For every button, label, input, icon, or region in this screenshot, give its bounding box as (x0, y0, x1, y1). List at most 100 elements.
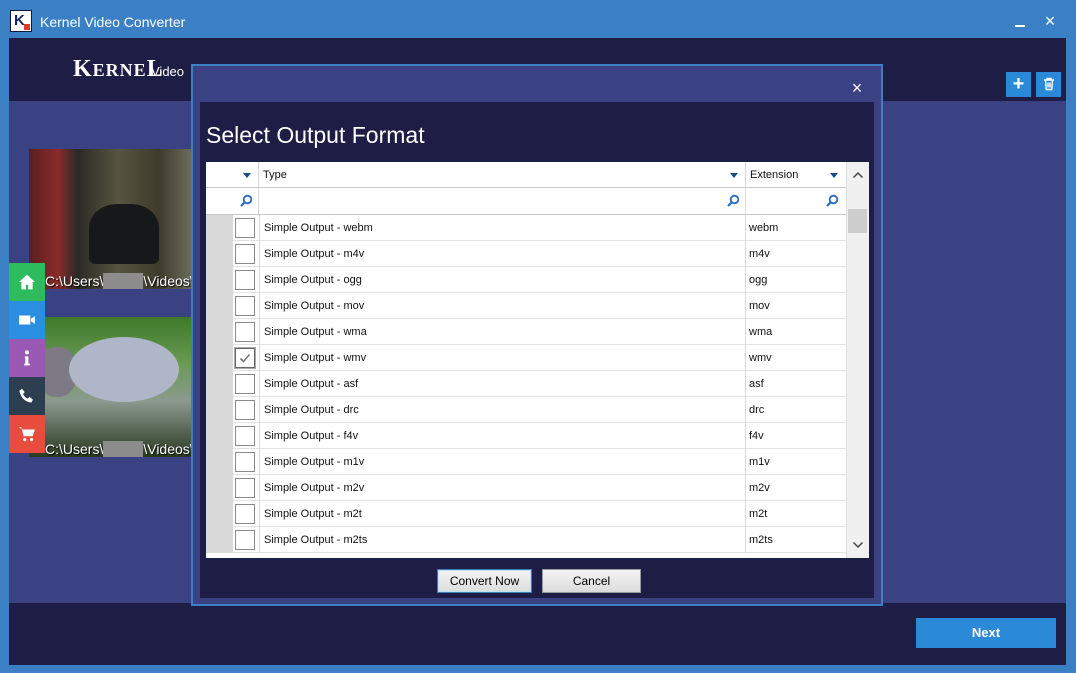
filter-search-icon[interactable] (239, 194, 253, 208)
format-row[interactable]: Simple Output - ogg ogg (206, 267, 846, 293)
video-thumbnail[interactable]: C:\Users\ \Videos\ (29, 317, 191, 457)
scroll-down-arrow-icon[interactable] (851, 538, 865, 552)
row-extension-cell: f4v (749, 430, 764, 442)
row-gutter (206, 423, 233, 449)
grid-scrollbar[interactable] (846, 162, 869, 558)
video-camera-icon (19, 315, 35, 325)
row-type-cell: Simple Output - m2v (259, 475, 746, 501)
row-extension-cell: wma (749, 326, 773, 338)
scroll-thumb[interactable] (848, 209, 867, 233)
delete-video-button[interactable] (1036, 72, 1061, 97)
format-row[interactable]: Simple Output - m2v m2v (206, 475, 846, 501)
filter-search-icon[interactable] (726, 194, 740, 208)
row-extension-cell: m2ts (749, 534, 773, 546)
row-checkbox[interactable] (235, 374, 255, 394)
filter-search-icon[interactable] (825, 194, 839, 208)
select-filter-cell[interactable] (206, 188, 259, 214)
row-gutter (206, 267, 233, 293)
row-checkbox[interactable] (235, 530, 255, 550)
format-row[interactable]: Simple Output - f4v f4v (206, 423, 846, 449)
extension-column-label: Extension (750, 169, 799, 181)
type-column-dropdown-icon[interactable] (730, 173, 738, 178)
home-icon (19, 274, 35, 290)
row-gutter (206, 215, 233, 241)
side-nav-home[interactable] (9, 263, 45, 301)
video-thumbnail[interactable]: C:\Users\ \Videos\ (29, 149, 191, 289)
row-checkbox[interactable] (235, 478, 255, 498)
row-checkbox[interactable] (235, 426, 255, 446)
row-checkbox[interactable] (235, 504, 255, 524)
app-window: K Kernel Video Converter × KERNEL Video … (0, 0, 1076, 673)
row-gutter (206, 345, 233, 371)
row-extension-cell: m2v (749, 482, 770, 494)
row-type-cell: Simple Output - wmv (259, 345, 746, 371)
format-row[interactable]: Simple Output - asf asf (206, 371, 846, 397)
row-checkbox[interactable] (235, 348, 255, 368)
row-type-cell: Simple Output - webm (259, 215, 746, 241)
row-extension-cell: asf (749, 378, 764, 390)
window-close-button[interactable]: × (1038, 9, 1062, 33)
extension-column-header[interactable]: Extension (746, 162, 846, 187)
next-button[interactable]: Next (916, 618, 1056, 648)
type-column-label: Type (263, 169, 287, 181)
select-column-dropdown-icon[interactable] (243, 173, 251, 178)
side-nav (9, 263, 45, 453)
select-column-header[interactable] (206, 162, 259, 187)
row-type-cell: Simple Output - m4v (259, 241, 746, 267)
row-gutter (206, 527, 233, 553)
row-checkbox[interactable] (235, 400, 255, 420)
row-gutter (206, 371, 233, 397)
format-row[interactable]: Simple Output - m2ts m2ts (206, 527, 846, 553)
checkmark-icon (239, 353, 251, 363)
trash-icon (1043, 77, 1054, 91)
minimize-button[interactable] (1008, 9, 1032, 33)
side-nav-info[interactable] (9, 339, 45, 377)
convert-now-button[interactable]: Convert Now (437, 569, 532, 593)
row-gutter (206, 397, 233, 423)
format-row[interactable]: Simple Output - wma wma (206, 319, 846, 345)
redacted-username (103, 441, 144, 457)
scroll-up-arrow-icon[interactable] (851, 168, 865, 182)
cart-icon (18, 427, 35, 442)
row-checkbox[interactable] (235, 296, 255, 316)
format-row[interactable]: Simple Output - wmv wmv (206, 345, 846, 371)
row-type-cell: Simple Output - drc (259, 397, 746, 423)
row-type-cell: Simple Output - f4v (259, 423, 746, 449)
row-checkbox[interactable] (235, 218, 255, 238)
format-row[interactable]: Simple Output - m4v m4v (206, 241, 846, 267)
row-checkbox[interactable] (235, 452, 255, 472)
cancel-button[interactable]: Cancel (542, 569, 641, 593)
extension-column-dropdown-icon[interactable] (830, 173, 838, 178)
row-gutter (206, 475, 233, 501)
row-gutter (206, 319, 233, 345)
row-extension-cell: m1v (749, 456, 770, 468)
row-extension-cell: ogg (749, 274, 768, 286)
format-row[interactable]: Simple Output - drc drc (206, 397, 846, 423)
row-type-cell: Simple Output - ogg (259, 267, 746, 293)
row-checkbox[interactable] (235, 322, 255, 342)
row-extension-cell: m2t (749, 508, 768, 520)
side-nav-phone[interactable] (9, 377, 45, 415)
row-gutter (206, 501, 233, 527)
dialog-close-button[interactable]: × (847, 78, 867, 98)
info-icon (24, 350, 30, 366)
row-extension-cell: webm (749, 222, 779, 234)
dialog-content: Select Output Format Type Extension Simp… (200, 102, 874, 598)
row-checkbox[interactable] (235, 270, 255, 290)
row-gutter (206, 449, 233, 475)
row-type-cell: Simple Output - asf (259, 371, 746, 397)
format-row[interactable]: Simple Output - m2t m2t (206, 501, 846, 527)
add-video-button[interactable]: + (1006, 72, 1031, 97)
format-row[interactable]: Simple Output - webm webm (206, 215, 846, 241)
row-checkbox[interactable] (235, 244, 255, 264)
type-filter-cell[interactable] (259, 188, 746, 214)
window-title: Kernel Video Converter (40, 14, 186, 30)
format-row[interactable]: Simple Output - m1v m1v (206, 449, 846, 475)
title-bar: K Kernel Video Converter × (0, 0, 1076, 38)
side-nav-video[interactable] (9, 301, 45, 339)
format-row[interactable]: Simple Output - mov mov (206, 293, 846, 319)
extension-filter-cell[interactable] (746, 188, 846, 214)
side-nav-cart[interactable] (9, 415, 45, 453)
type-column-header[interactable]: Type (259, 162, 746, 187)
row-type-cell: Simple Output - m2ts (259, 527, 746, 553)
